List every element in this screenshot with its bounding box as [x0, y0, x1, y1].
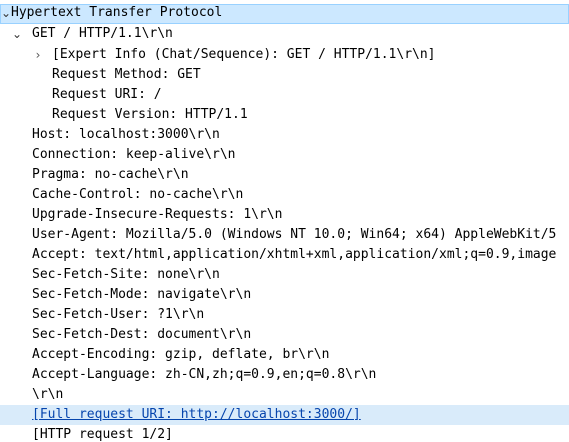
tree-item-header-label: Sec-Fetch-User: ?1\r\n [32, 307, 205, 322]
tree-item-header[interactable]: Upgrade-Insecure-Requests: 1\r\n [0, 205, 569, 225]
tree-item-full-request-uri[interactable]: [Full request URI: http://localhost:3000… [0, 405, 569, 425]
tree-item-header-label: Accept-Language: zh-CN,zh;q=0.9,en;q=0.8… [32, 367, 377, 382]
tree-item-header-label: Pragma: no-cache\r\n [32, 167, 189, 182]
packet-details-pane[interactable]: ⌄ Hypertext Transfer Protocol ⌄ GET / HT… [0, 0, 569, 442]
tree-item-request-method[interactable]: Request Method: GET [0, 65, 569, 85]
tree-item-header-label: \r\n [32, 387, 64, 402]
tree-item-header[interactable]: Sec-Fetch-Site: none\r\n [0, 265, 569, 285]
chevron-right-icon[interactable]: › [31, 45, 45, 65]
tree-item-header-label: Sec-Fetch-Site: none\r\n [32, 267, 220, 282]
tree-item-header[interactable]: \r\n [0, 385, 569, 405]
tree-item-http-label: Hypertext Transfer Protocol [11, 5, 223, 20]
tree-item-http-request-number[interactable]: [HTTP request 1/2] [0, 425, 569, 442]
tree-item-http[interactable]: ⌄ Hypertext Transfer Protocol [0, 4, 569, 24]
tree-item-request-line[interactable]: ⌄ GET / HTTP/1.1\r\n [0, 24, 569, 44]
tree-item-header-label: Sec-Fetch-Dest: document\r\n [32, 327, 252, 342]
tree-item-header-label: Accept: text/html,application/xhtml+xml,… [32, 247, 557, 262]
tree-item-request-method-label: Request Method: GET [52, 67, 201, 82]
tree-item-request-uri[interactable]: Request URI: / [0, 85, 569, 105]
tree-item-header[interactable]: Sec-Fetch-Dest: document\r\n [0, 325, 569, 345]
chevron-down-icon[interactable]: ⌄ [10, 24, 24, 44]
tree-item-request-version[interactable]: Request Version: HTTP/1.1 [0, 105, 569, 125]
full-request-uri-link[interactable]: [Full request URI: http://localhost:3000… [32, 405, 361, 425]
tree-item-header-label: User-Agent: Mozilla/5.0 (Windows NT 10.0… [32, 227, 557, 242]
tree-item-header-label: Host: localhost:3000\r\n [32, 127, 220, 142]
tree-item-request-uri-label: Request URI: / [52, 87, 162, 102]
tree-item-header-label: Accept-Encoding: gzip, deflate, br\r\n [32, 347, 330, 362]
tree-item-header[interactable]: Accept-Encoding: gzip, deflate, br\r\n [0, 345, 569, 365]
tree-item-header[interactable]: Sec-Fetch-Mode: navigate\r\n [0, 285, 569, 305]
tree-item-header[interactable]: Connection: keep-alive\r\n [0, 145, 569, 165]
tree-item-http-request-number-label: [HTTP request 1/2] [32, 427, 173, 442]
tree-item-header-label: Sec-Fetch-Mode: navigate\r\n [32, 287, 252, 302]
tree-item-request-line-label: GET / HTTP/1.1\r\n [32, 26, 173, 41]
tree-item-expert-info[interactable]: › [Expert Info (Chat/Sequence): GET / HT… [0, 45, 569, 65]
tree-item-header[interactable]: Accept: text/html,application/xhtml+xml,… [0, 245, 569, 265]
tree-item-header[interactable]: User-Agent: Mozilla/5.0 (Windows NT 10.0… [0, 225, 569, 245]
tree-item-header-label: Cache-Control: no-cache\r\n [32, 187, 244, 202]
tree-item-header[interactable]: Accept-Language: zh-CN,zh;q=0.9,en;q=0.8… [0, 365, 569, 385]
tree-item-header-label: Connection: keep-alive\r\n [32, 147, 236, 162]
tree-item-header[interactable]: Host: localhost:3000\r\n [0, 125, 569, 145]
tree-item-header-label: Upgrade-Insecure-Requests: 1\r\n [32, 207, 283, 222]
tree-item-request-version-label: Request Version: HTTP/1.1 [52, 107, 248, 122]
tree-item-header[interactable]: Pragma: no-cache\r\n [0, 165, 569, 185]
tree-item-header[interactable]: Cache-Control: no-cache\r\n [0, 185, 569, 205]
tree-item-expert-info-label: [Expert Info (Chat/Sequence): GET / HTTP… [52, 47, 436, 62]
tree-item-header[interactable]: Sec-Fetch-User: ?1\r\n [0, 305, 569, 325]
